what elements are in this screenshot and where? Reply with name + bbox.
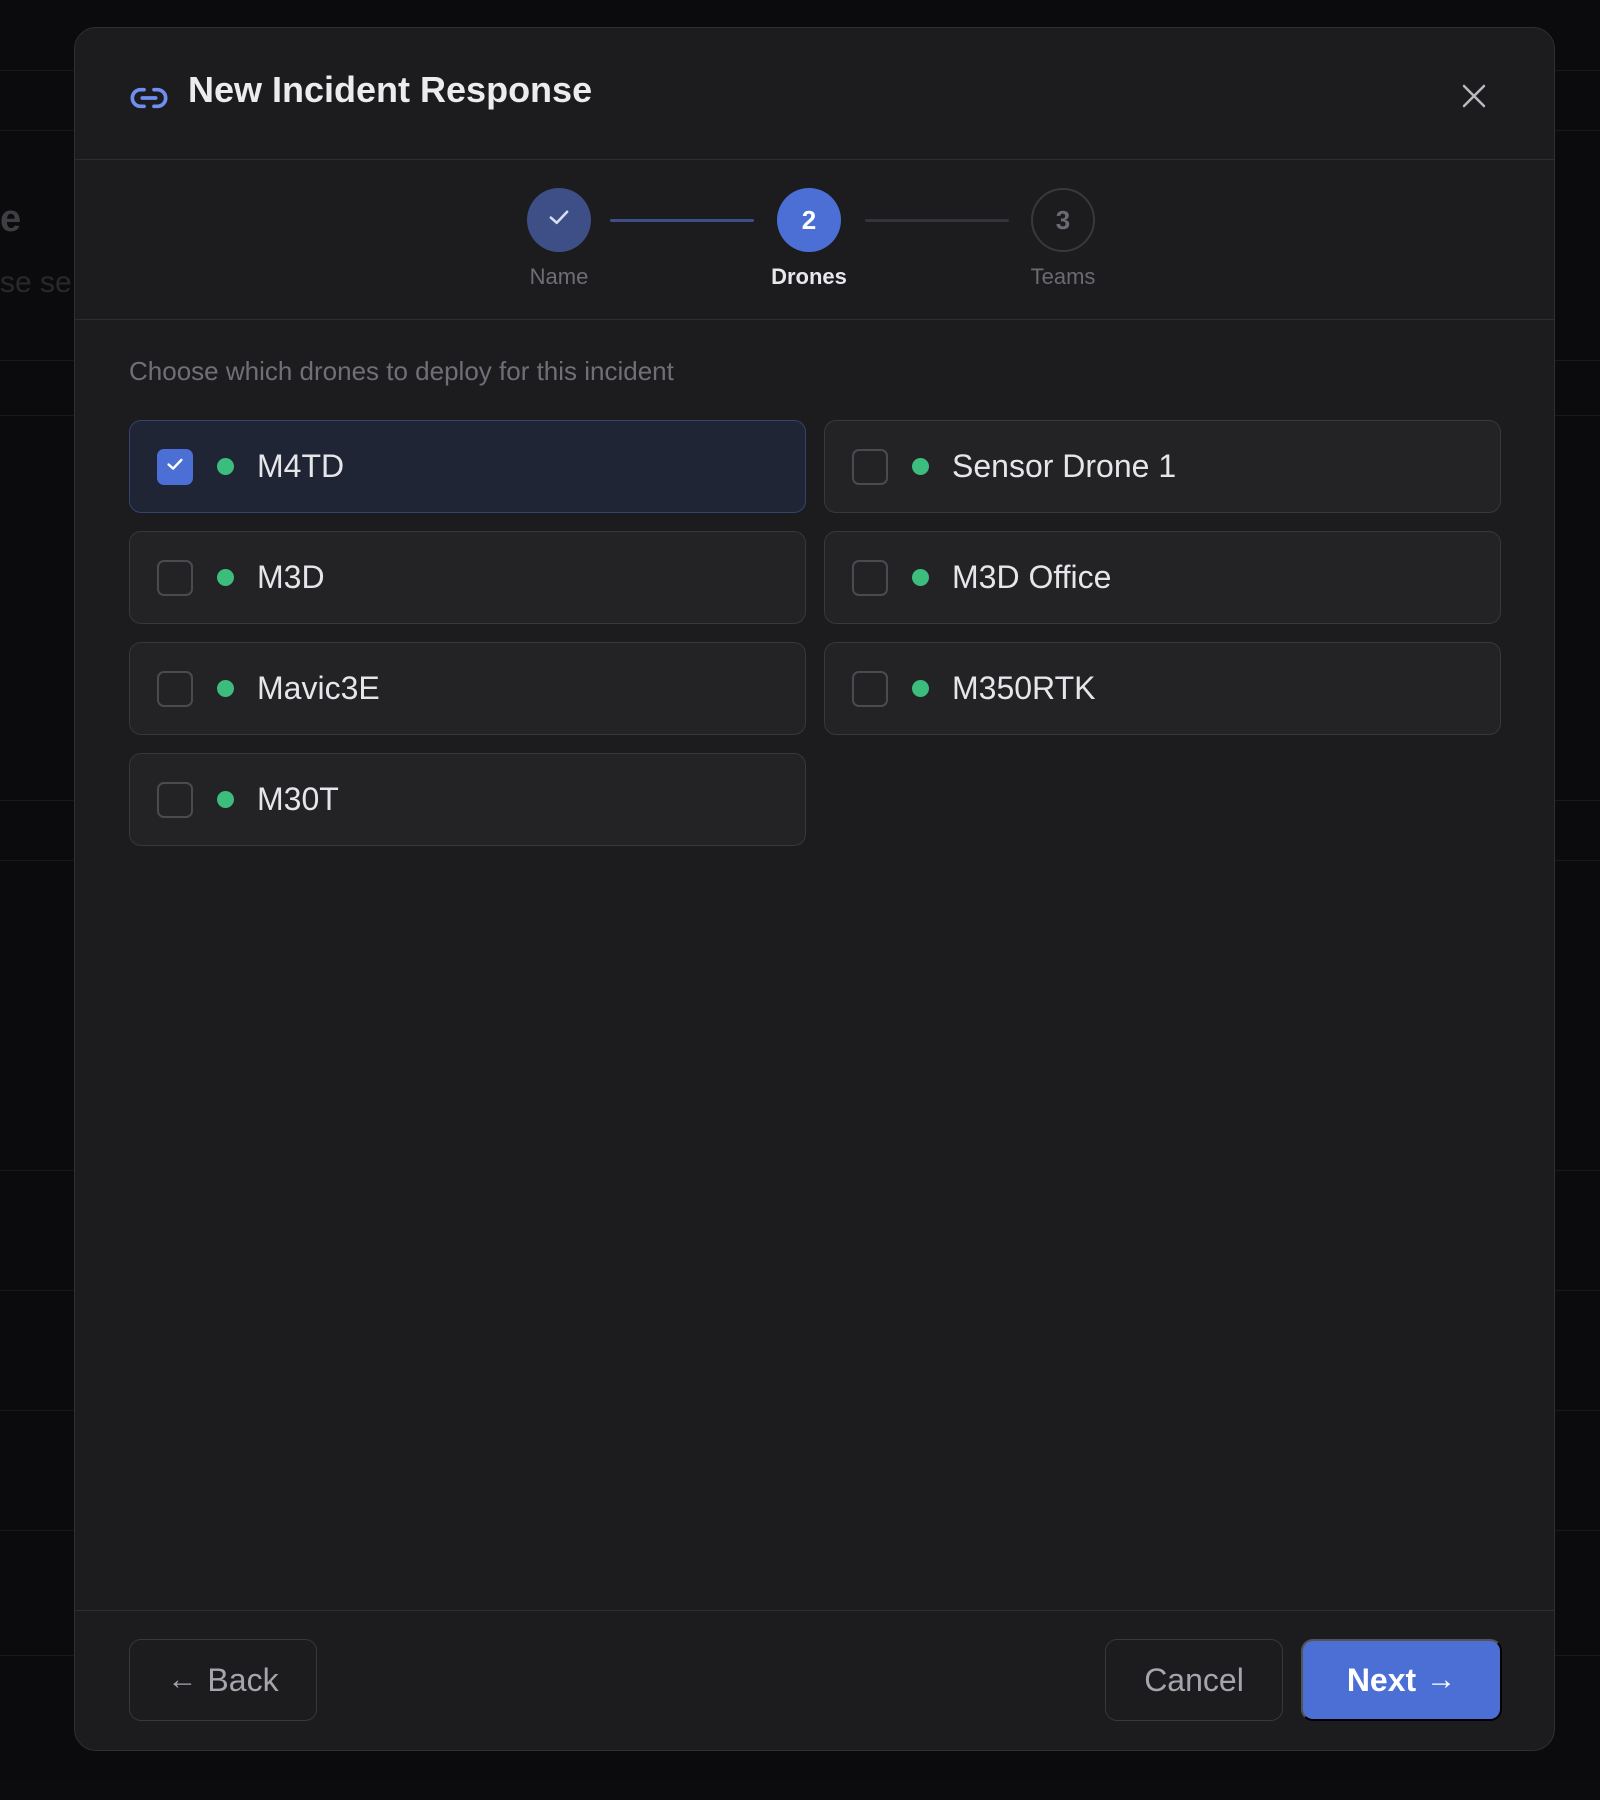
status-online-dot xyxy=(912,458,929,475)
status-online-dot xyxy=(217,680,234,697)
dialog-header: New Incident Response xyxy=(75,28,1554,160)
step-label: Name xyxy=(529,264,589,289)
new-incident-dialog: New Incident Response Name 2 Drones 3 Te… xyxy=(74,27,1555,1751)
step-label: Teams xyxy=(1030,264,1096,289)
drone-name: Mavic3E xyxy=(257,670,380,706)
drone-checkbox[interactable] xyxy=(157,781,193,818)
drone-checkbox[interactable] xyxy=(852,670,888,707)
dialog-footer: ← Back Cancel Next → xyxy=(75,1610,1554,1750)
drone-name: M350RTK xyxy=(952,670,1096,706)
drone-option[interactable]: M30T xyxy=(129,753,806,846)
step-indicator: Name 2 Drones 3 Teams xyxy=(75,160,1554,320)
drone-option[interactable]: M3D xyxy=(129,531,806,624)
drone-checkbox[interactable] xyxy=(157,670,193,707)
step-name: Name xyxy=(489,188,629,290)
status-online-dot xyxy=(217,458,234,475)
step-connector-pending xyxy=(865,219,1009,222)
drone-name: M30T xyxy=(257,781,339,817)
arrow-left-icon: ← xyxy=(167,1663,198,1696)
checkmark-icon xyxy=(545,203,573,238)
drone-option[interactable]: M3D Office xyxy=(824,531,1501,624)
back-button[interactable]: ← Back xyxy=(129,1639,317,1721)
step-complete-circle xyxy=(527,188,591,252)
step-connector-complete xyxy=(610,219,754,222)
back-button-label: Back xyxy=(207,1661,279,1698)
cancel-button-label: Cancel xyxy=(1144,1661,1244,1698)
status-online-dot xyxy=(912,569,929,586)
drone-name: M4TD xyxy=(257,448,345,484)
dialog-title: New Incident Response xyxy=(188,69,593,110)
drone-option[interactable]: M4TD xyxy=(129,420,806,513)
close-icon xyxy=(1459,81,1489,116)
arrow-right-icon: → xyxy=(1426,1663,1457,1696)
checkmark-icon xyxy=(164,453,186,480)
status-online-dot xyxy=(912,680,929,697)
instruction-text: Choose which drones to deploy for this i… xyxy=(129,356,674,386)
drone-checkbox[interactable] xyxy=(852,559,888,596)
step-number: 3 xyxy=(1031,188,1095,252)
next-button-label: Next xyxy=(1346,1661,1417,1698)
drone-checkbox[interactable] xyxy=(852,448,888,485)
drone-name: M3D Office xyxy=(952,559,1112,595)
link-icon xyxy=(129,78,169,118)
step-number: 2 xyxy=(777,188,841,252)
drone-checkbox[interactable] xyxy=(157,559,193,596)
step-drones: 2 Drones xyxy=(739,188,879,290)
cancel-button[interactable]: Cancel xyxy=(1105,1639,1283,1721)
step-teams: 3 Teams xyxy=(993,188,1133,290)
next-button[interactable]: Next → xyxy=(1301,1639,1502,1721)
drone-option[interactable]: Sensor Drone 1 xyxy=(824,420,1501,513)
status-online-dot xyxy=(217,791,234,808)
close-button[interactable] xyxy=(1448,72,1500,124)
drone-name: Sensor Drone 1 xyxy=(952,448,1177,484)
drone-name: M3D xyxy=(257,559,325,595)
drone-checkbox[interactable] xyxy=(157,448,193,485)
drone-list: M4TD Sensor Drone 1 M3D M3D Office Mavic3E M3… xyxy=(129,420,1501,846)
status-online-dot xyxy=(217,569,234,586)
drone-option[interactable]: M350RTK xyxy=(824,642,1501,735)
step-label: Drones xyxy=(771,264,847,289)
drone-option[interactable]: Mavic3E xyxy=(129,642,806,735)
